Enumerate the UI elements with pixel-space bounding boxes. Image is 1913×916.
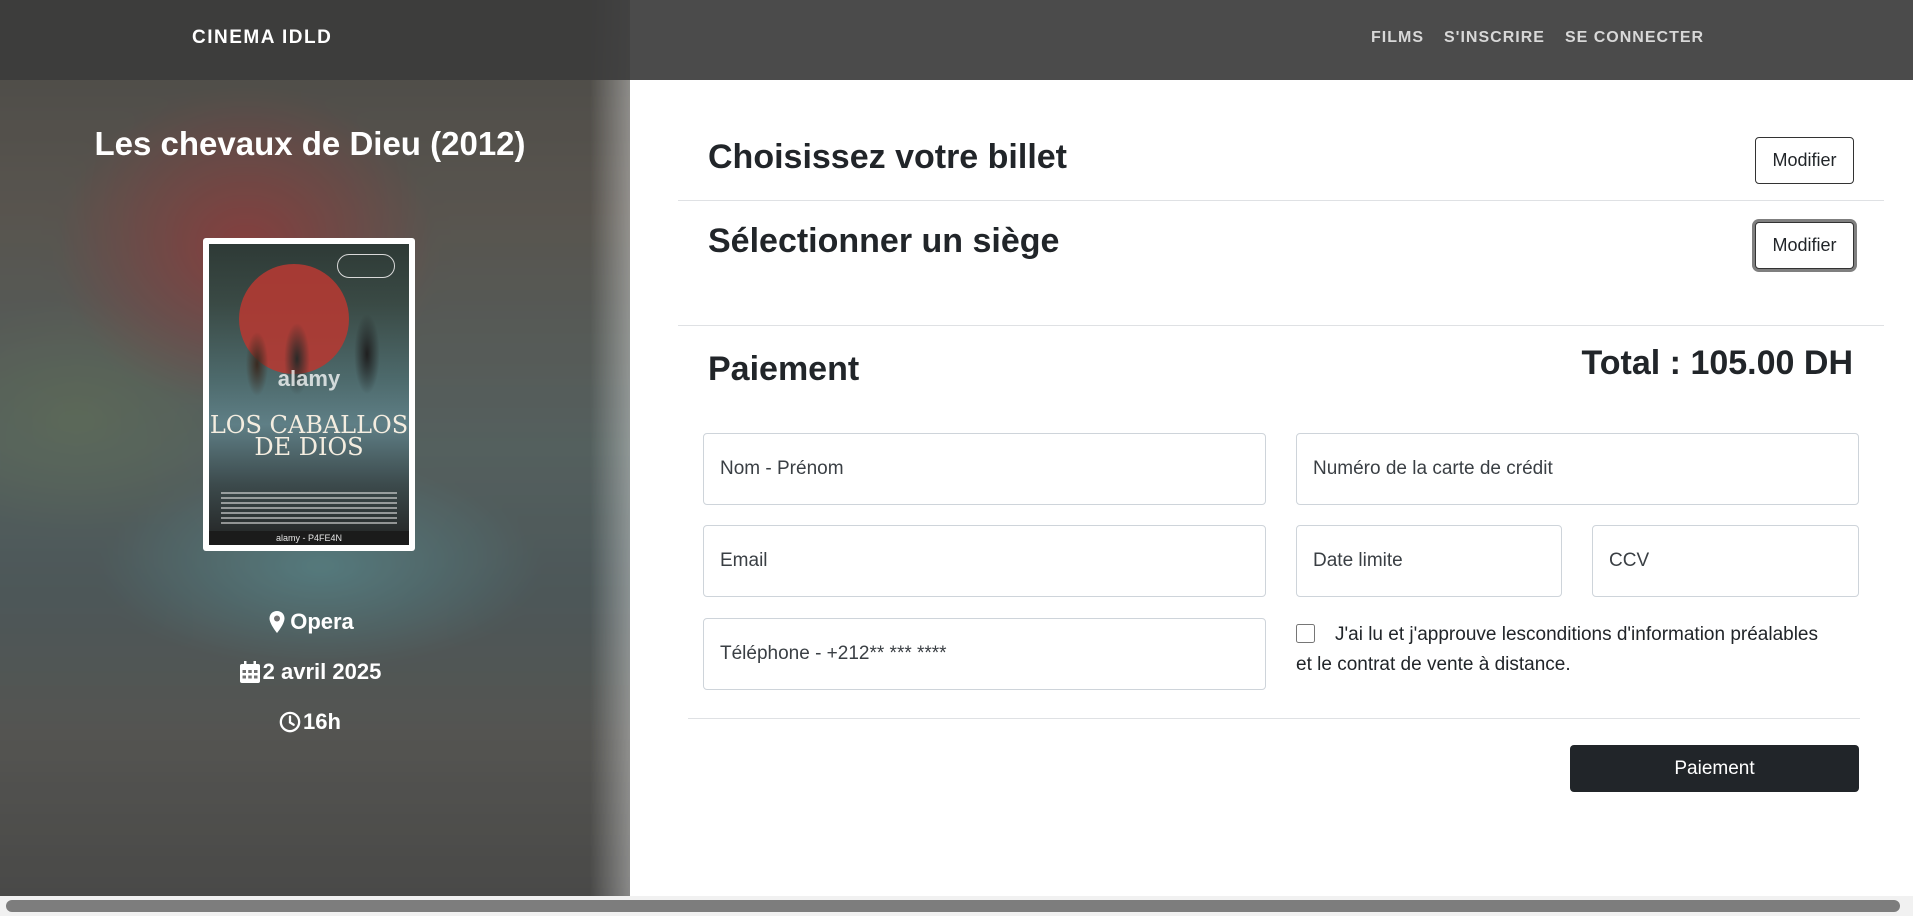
phone-input[interactable]: [703, 618, 1266, 690]
ccv-input[interactable]: [1592, 525, 1859, 597]
modify-seat-button[interactable]: Modifier: [1755, 222, 1854, 269]
divider: [678, 200, 1884, 201]
calendar-icon: [239, 661, 260, 683]
payment-title: Paiement: [708, 350, 860, 388]
credit-card-input[interactable]: [1296, 433, 1859, 505]
email-input[interactable]: [703, 525, 1266, 597]
nav-link-films[interactable]: FILMS: [1371, 29, 1424, 47]
divider: [688, 718, 1860, 719]
horizontal-scrollbar[interactable]: [0, 896, 1913, 916]
seat-step-title: Sélectionner un siège: [708, 222, 1060, 260]
poster-title: LOS CABALLOS DE DIOS: [209, 411, 409, 461]
top-navbar: CINEMA IDLD FILMS S'INSCRIRE SE CONNECTE…: [0, 0, 1913, 80]
nav-link-login[interactable]: SE CONNECTER: [1565, 29, 1704, 47]
ticket-step-title: Choisissez votre billet: [708, 138, 1067, 176]
poster-credits: [221, 492, 397, 524]
submit-payment-button[interactable]: Paiement: [1570, 745, 1859, 792]
movie-location: Opera: [0, 609, 620, 635]
terms-label-line2: et le contrat de vente à distance.: [1296, 654, 1571, 675]
divider: [678, 325, 1884, 326]
poster-watermark: alamy: [277, 366, 341, 391]
location-pin-icon: [269, 611, 285, 633]
name-input[interactable]: [703, 433, 1266, 505]
order-total: Total : 105.00 DH: [1581, 344, 1853, 382]
brand-logo-link[interactable]: CINEMA IDLD: [192, 27, 332, 49]
movie-poster: alamy LOS CABALLOS DE DIOS alamy - P4FE4…: [203, 238, 415, 551]
terms-agreement: J'ai lu et j'approuve lesconditions d'in…: [1296, 620, 1866, 680]
terms-label-line1: J'ai lu et j'approuve lesconditions d'in…: [1335, 624, 1818, 645]
award-laurel-icon: [337, 254, 395, 278]
scrollbar-thumb[interactable]: [6, 900, 1900, 912]
terms-checkbox[interactable]: [1296, 624, 1315, 643]
clock-icon: [279, 711, 301, 733]
movie-panel: Les chevaux de Dieu (2012) alamy LOS CAB…: [0, 0, 630, 896]
movie-date: 2 avril 2025: [0, 659, 620, 685]
nav-links: FILMS S'INSCRIRE SE CONNECTER: [1371, 29, 1704, 47]
movie-title: Les chevaux de Dieu (2012): [94, 125, 526, 162]
modify-ticket-button[interactable]: Modifier: [1755, 137, 1854, 184]
nav-link-register[interactable]: S'INSCRIRE: [1444, 29, 1545, 47]
expiry-date-input[interactable]: [1296, 525, 1562, 597]
poster-caption: alamy - P4FE4N: [209, 531, 409, 545]
movie-time: 16h: [0, 709, 620, 735]
poster-image: alamy LOS CABALLOS DE DIOS alamy - P4FE4…: [209, 244, 409, 545]
